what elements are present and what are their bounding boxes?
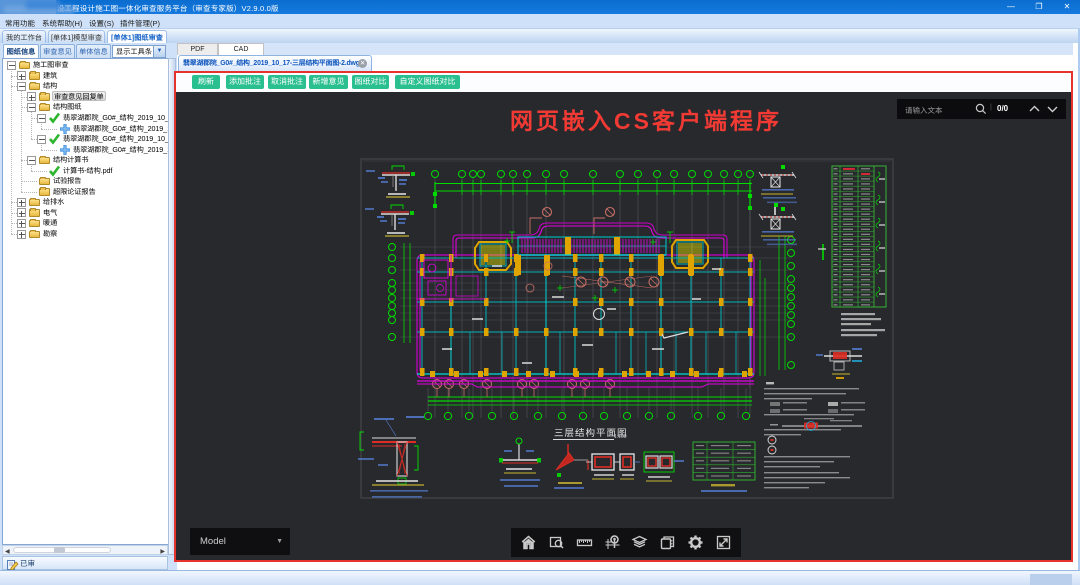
svg-text:1:100: 1:100: [614, 434, 627, 440]
